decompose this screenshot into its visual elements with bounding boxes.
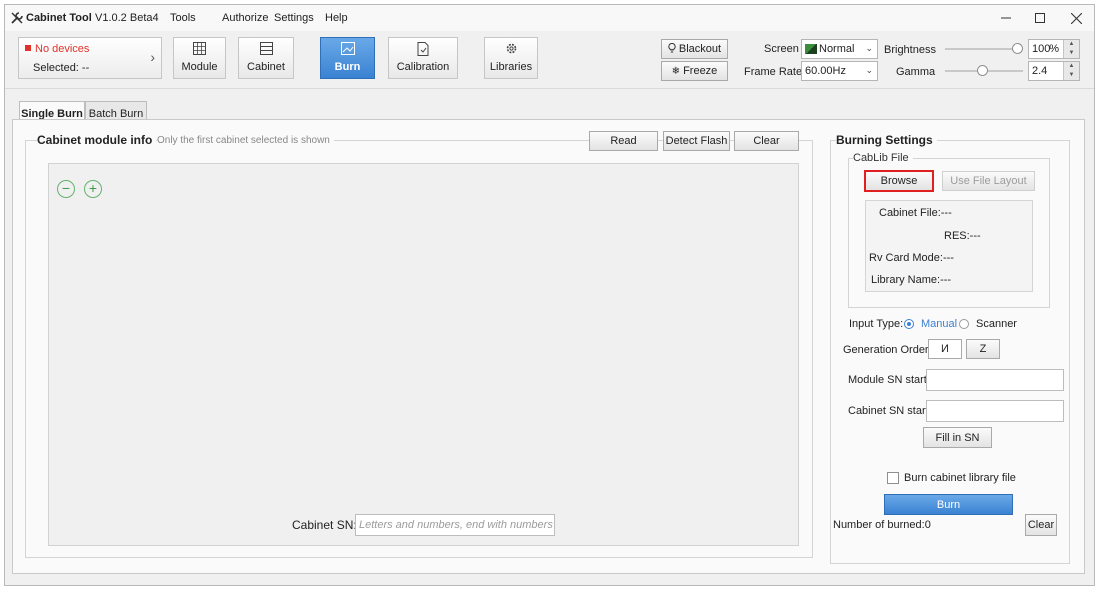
brightness-spinbox[interactable]: 100 % ▲ ▼ (1028, 39, 1080, 59)
chevron-right-icon: › (150, 49, 155, 65)
freeze-button[interactable]: ❄ Freeze (661, 61, 728, 81)
blackout-button[interactable]: Blackout (661, 39, 728, 59)
rv-card-mode-value: Rv Card Mode:--- (869, 252, 954, 264)
cabinet-sn-label: Cabinet SN: (292, 518, 357, 532)
gamma-spinbox[interactable]: 2.4 ▲ ▼ (1028, 61, 1080, 81)
spin-arrows-icon[interactable]: ▲ ▼ (1063, 40, 1079, 58)
title-bar: Cabinet Tool V1.0.2 Beta4 Tools Authoriz… (5, 5, 1094, 31)
order-n-button[interactable]: И (928, 339, 962, 359)
minimize-icon[interactable] (989, 5, 1023, 31)
error-dot-icon (25, 45, 31, 51)
libraries-button[interactable]: Libraries (484, 37, 538, 79)
burn-library-label[interactable]: Burn cabinet library file (904, 472, 1016, 484)
module-info-hint: Only the first cabinet selected is shown (157, 135, 334, 146)
gamma-label: Gamma (896, 66, 936, 78)
cabinet-icon (239, 42, 293, 57)
res-value: RES:--- (944, 230, 981, 242)
generation-order-label: Generation Order: (843, 344, 932, 356)
slider-thumb[interactable] (977, 65, 988, 76)
clear-burned-button[interactable]: Clear (1025, 514, 1057, 536)
screen-thumbnail-icon (805, 44, 817, 54)
gear-icon (485, 42, 537, 57)
burning-settings-title: Burning Settings (836, 133, 937, 147)
zoom-out-icon[interactable]: − (57, 180, 75, 198)
cabinet-button[interactable]: Cabinet (238, 37, 294, 79)
burn-library-checkbox[interactable] (887, 472, 899, 484)
clear-module-button[interactable]: Clear (734, 131, 799, 151)
detect-flash-button[interactable]: Detect Flash (663, 131, 730, 151)
brightness-label: Brightness (884, 44, 936, 56)
snowflake-icon: ❄ (671, 65, 681, 77)
module-button[interactable]: Module (173, 37, 226, 79)
module-sn-start-label: Module SN start: (848, 374, 930, 386)
burn-start-button[interactable]: Burn (884, 494, 1013, 515)
order-z-button[interactable]: Z (966, 339, 1000, 359)
bulb-icon (668, 42, 676, 56)
screen-label: Screen (764, 43, 799, 55)
burn-button[interactable]: Burn (320, 37, 375, 79)
tools-icon (11, 12, 23, 24)
manual-radio[interactable] (904, 319, 914, 329)
calibration-button[interactable]: Calibration (388, 37, 458, 79)
selected-device-label: Selected: -- (33, 62, 90, 74)
device-selector[interactable]: No devices Selected: -- › (18, 37, 162, 79)
chevron-down-icon: ⌄ (865, 43, 873, 53)
chevron-down-icon: ⌄ (865, 65, 873, 75)
app-title: Cabinet Tool (26, 12, 92, 24)
fill-in-sn-button[interactable]: Fill in SN (923, 427, 992, 448)
cablib-file-title: CabLib File (853, 152, 913, 164)
cabinet-sn-start-label: Cabinet SN start: (848, 405, 932, 417)
library-name-value: Library Name:--- (871, 274, 952, 286)
brightness-slider[interactable] (945, 43, 1023, 55)
frame-rate-label: Frame Rate (744, 66, 803, 78)
device-status: No devices (25, 43, 89, 55)
browse-button[interactable]: Browse (864, 170, 934, 192)
toolbar: No devices Selected: -- › Module Cabinet… (5, 31, 1094, 89)
frame-rate-select[interactable]: 60.00Hz ⌄ (801, 61, 878, 81)
use-file-layout-button[interactable]: Use File Layout (942, 171, 1035, 191)
cablib-info-box: Cabinet File:--- RES:--- Rv Card Mode:--… (865, 200, 1033, 292)
scanner-label[interactable]: Scanner (976, 318, 1017, 330)
module-canvas[interactable] (48, 163, 799, 546)
menu-settings[interactable]: Settings (274, 12, 314, 24)
input-type-label: Input Type: (849, 318, 904, 330)
image-icon (321, 42, 374, 57)
grid-icon (174, 42, 225, 57)
read-button[interactable]: Read (589, 131, 658, 151)
menu-tools[interactable]: Tools (170, 12, 196, 24)
spin-arrows-icon[interactable]: ▲ ▼ (1063, 62, 1079, 80)
cabinet-sn-start-input[interactable] (926, 400, 1064, 422)
gamma-slider[interactable] (945, 65, 1023, 77)
menu-help[interactable]: Help (325, 12, 348, 24)
cabinet-file-value: Cabinet File:--- (879, 207, 952, 219)
zoom-in-icon[interactable]: + (84, 180, 102, 198)
module-sn-start-input[interactable] (926, 369, 1064, 391)
manual-label[interactable]: Manual (921, 318, 957, 330)
calibration-icon (389, 42, 457, 57)
screen-select[interactable]: Normal ⌄ (801, 39, 878, 59)
number-burned-label: Number of burned:0 (833, 519, 931, 531)
module-info-title: Cabinet module info (37, 133, 157, 147)
cabinet-sn-input[interactable] (355, 514, 555, 536)
close-icon[interactable] (1059, 5, 1093, 31)
menu-authorize[interactable]: Authorize (222, 12, 268, 24)
maximize-icon[interactable] (1023, 5, 1057, 31)
scanner-radio[interactable] (959, 319, 969, 329)
slider-thumb[interactable] (1012, 43, 1023, 54)
app-version: V1.0.2 Beta4 (95, 12, 159, 24)
